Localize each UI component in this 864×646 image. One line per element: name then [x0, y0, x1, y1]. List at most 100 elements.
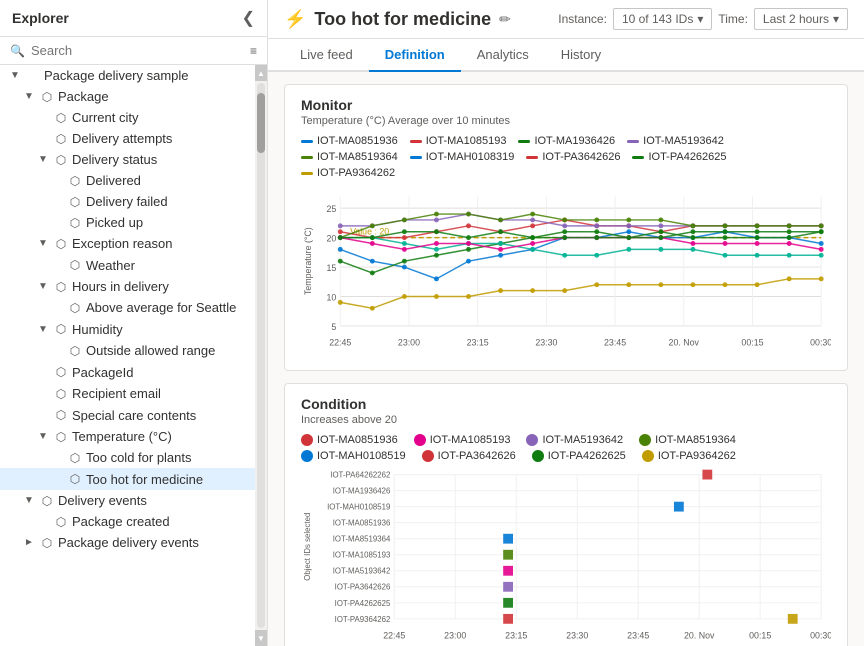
tab-history[interactable]: History [545, 39, 617, 72]
monitor-card: Monitor Temperature (°C) Average over 10… [284, 84, 848, 371]
tree-item-above-average-seattle[interactable]: ⬡ Above average for Seattle [0, 297, 255, 318]
tree-item-pkg-delivery-events[interactable]: ► ⬡ Package delivery events [0, 532, 255, 553]
svg-text:5: 5 [331, 322, 336, 332]
expand-icon[interactable]: ▼ [36, 154, 50, 165]
node-icon: ⬡ [67, 472, 83, 486]
sidebar-title: Explorer [12, 10, 69, 26]
condition-legend-item: IOT-PA3642626 [422, 450, 516, 462]
instance-label: Instance: [558, 12, 607, 26]
svg-text:IOT-PA9364262: IOT-PA9364262 [335, 615, 391, 624]
tree-item-humidity[interactable]: ▼ ⬡ Humidity … [0, 318, 255, 340]
tree-item-exception-reason[interactable]: ▼ ⬡ Exception reason [0, 233, 255, 254]
tree-scroll-wrapper: ▼ Package delivery sample ▼ ⬡ Package ⬡ … [0, 65, 267, 646]
condition-chart-container: IOT-PA64262262IOT-MA1936426IOT-MAH010851… [301, 468, 831, 646]
scroll-thumb[interactable] [257, 93, 265, 153]
expand-icon[interactable]: ▼ [22, 91, 36, 102]
tab-analytics[interactable]: Analytics [461, 39, 545, 72]
node-icon: ⬡ [67, 174, 83, 188]
expand-icon[interactable]: ▼ [36, 324, 50, 335]
sidebar-collapse-button[interactable]: ❮ [242, 8, 255, 28]
legend-item-PA3642626: IOT-PA3642626 [526, 151, 620, 163]
tree-item-picked-up[interactable]: ⬡ Picked up [0, 212, 255, 233]
node-icon: ⬡ [67, 258, 83, 272]
node-label: Too hot for medicine [86, 472, 227, 487]
tab-definition[interactable]: Definition [369, 39, 461, 72]
node-label: Exception reason [72, 236, 247, 251]
tree-item-too-hot-medicine[interactable]: ⬡ Too hot for medicine … [0, 468, 255, 490]
node-icon: ⬡ [53, 132, 69, 146]
tree-item-weather[interactable]: ⬡ Weather … [0, 254, 255, 276]
legend-item-MA1936426: IOT-MA1936426 [518, 135, 615, 147]
tree-item-packageid[interactable]: ⬡ PackageId … [0, 361, 255, 383]
condition-card: Condition Increases above 20 IOT-MA08519… [284, 383, 848, 646]
node-icon: ⬡ [67, 216, 83, 230]
node-label: Temperature (°C) [72, 429, 247, 444]
node-icon: ⬡ [53, 280, 69, 294]
svg-text:20. Nov: 20. Nov [684, 630, 715, 640]
scroll-down-arrow[interactable]: ▼ [255, 630, 267, 646]
svg-text:23:30: 23:30 [535, 338, 557, 348]
alert-icon: ⚡ [284, 9, 306, 30]
tab-live-feed[interactable]: Live feed [284, 39, 369, 72]
legend-item-MA1085193: IOT-MA1085193 [410, 135, 507, 147]
expand-icon[interactable]: ▼ [22, 495, 36, 506]
filter-icon[interactable]: ≡ [250, 44, 257, 58]
svg-text:00:15: 00:15 [741, 338, 763, 348]
tree-item-package-created[interactable]: ⬡ Package created [0, 511, 255, 532]
scroll-up-arrow[interactable]: ▲ [255, 65, 267, 81]
node-label: Delivered [86, 173, 247, 188]
tree-item-hours-in-delivery[interactable]: ▼ ⬡ Hours in delivery [0, 276, 255, 297]
node-label: Picked up [86, 215, 247, 230]
svg-text:20. Nov: 20. Nov [669, 338, 700, 348]
expand-icon[interactable]: ▼ [36, 431, 50, 442]
condition-legend-item: IOT-PA9364262 [642, 450, 736, 462]
node-icon: ⬡ [67, 451, 83, 465]
tree-item-delivery-failed[interactable]: ⬡ Delivery failed [0, 191, 255, 212]
tree-item-current-city[interactable]: ⬡ Current city [0, 107, 255, 128]
svg-text:23:15: 23:15 [467, 338, 489, 348]
node-icon: ⬡ [53, 322, 69, 336]
node-label: Delivery attempts [72, 131, 247, 146]
node-icon: ⬡ [39, 90, 55, 104]
svg-text:IOT-PA64262262: IOT-PA64262262 [330, 471, 390, 480]
legend-item-PA4262625: IOT-PA4262625 [632, 151, 726, 163]
tree-item-recipient-email[interactable]: ⬡ Recipient email [0, 383, 255, 404]
expand-icon[interactable]: ▼ [8, 70, 22, 81]
time-dropdown[interactable]: Last 2 hours ▾ [754, 8, 848, 30]
instance-dropdown[interactable]: 10 of 143 IDs ▾ [613, 8, 712, 30]
legend-item-MAH0108319: IOT-MAH0108319 [410, 151, 515, 163]
tree-item-special-care-contents[interactable]: ⬡ Special care contents … [0, 404, 255, 426]
page-title: Too hot for medicine [314, 9, 491, 30]
tree-item-delivered[interactable]: ⬡ Delivered [0, 170, 255, 191]
expand-icon[interactable]: ▼ [36, 281, 50, 292]
main-header: ⚡ Too hot for medicine ✏ Instance: 10 of… [268, 0, 864, 39]
node-label: Too cold for plants [86, 450, 247, 465]
time-label: Time: [718, 12, 748, 26]
svg-text:23:45: 23:45 [627, 630, 649, 640]
tree-item-outside-allowed-range[interactable]: ⬡ Outside allowed range [0, 340, 255, 361]
tree-item-pkg-delivery-sample[interactable]: ▼ Package delivery sample [0, 65, 255, 86]
tree-item-delivery-events[interactable]: ▼ ⬡ Delivery events [0, 490, 255, 511]
expand-icon[interactable]: ► [22, 537, 36, 548]
tree-item-too-cold-plants[interactable]: ⬡ Too cold for plants [0, 447, 255, 468]
svg-text:IOT-MA0851936: IOT-MA0851936 [333, 519, 391, 528]
search-input[interactable] [31, 43, 244, 58]
monitor-legend: IOT-MA0851936IOT-MA1085193IOT-MA1936426I… [301, 135, 831, 179]
tree-item-delivery-attempts[interactable]: ⬡ Delivery attempts [0, 128, 255, 149]
condition-legend: IOT-MA0851936IOT-MA1085193IOT-MA5193642I… [301, 434, 831, 462]
tree-item-temperature[interactable]: ▼ ⬡ Temperature (°C) [0, 426, 255, 447]
condition-legend-item: IOT-MA1085193 [414, 434, 511, 446]
node-icon: ⬡ [53, 153, 69, 167]
node-icon: ⬡ [67, 195, 83, 209]
node-label: Humidity [72, 322, 227, 337]
tree-item-delivery-status[interactable]: ▼ ⬡ Delivery status [0, 149, 255, 170]
edit-icon[interactable]: ✏ [499, 11, 511, 28]
tree-item-package[interactable]: ▼ ⬡ Package [0, 86, 255, 107]
node-icon: ⬡ [67, 301, 83, 315]
node-icon: ⬡ [39, 536, 55, 550]
node-label: Package delivery sample [44, 68, 247, 83]
main-panel: ⚡ Too hot for medicine ✏ Instance: 10 of… [268, 0, 864, 646]
node-icon: ⬡ [53, 430, 69, 444]
expand-icon[interactable]: ▼ [36, 238, 50, 249]
chevron-down-icon: ▾ [697, 12, 703, 26]
